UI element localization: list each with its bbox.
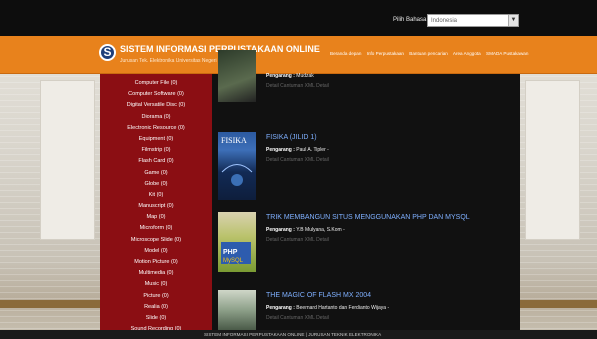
book-cover[interactable]: PHP MySQL bbox=[218, 212, 256, 272]
book-cover[interactable]: FISIKA bbox=[218, 132, 256, 200]
site-logo-icon[interactable]: S bbox=[99, 44, 116, 61]
chevron-down-icon[interactable]: ▼ bbox=[508, 15, 518, 26]
background-window-right bbox=[525, 80, 580, 240]
search-results: Pengarang : Mudzak Detail Cantuman XML D… bbox=[212, 50, 520, 330]
sidebar-item[interactable]: Microform (0) bbox=[100, 223, 212, 234]
book-author: Pengarang : Y.B Mulyana, S.Kom - bbox=[266, 227, 345, 233]
result-item: FISIKA FISIKA (JILID 1) Pengarang : Paul… bbox=[218, 132, 518, 202]
language-select-value: Indonesia bbox=[431, 18, 458, 24]
sidebar-item[interactable]: Realia (0) bbox=[100, 302, 212, 313]
result-item: THE MAGIC OF FLASH MX 2004 Pengarang : B… bbox=[218, 290, 518, 330]
sidebar-item[interactable]: Game (0) bbox=[100, 168, 212, 179]
footer-text: SISTEM INFORMASI PERPUSTAKAAN ONLINE | J… bbox=[204, 332, 382, 337]
sidebar-item[interactable]: Multimedia (0) bbox=[100, 268, 212, 279]
sidebar-item[interactable]: Diorama (0) bbox=[100, 112, 212, 123]
sidebar-item[interactable]: Kit (0) bbox=[100, 190, 212, 201]
sidebar-item[interactable]: Globe (0) bbox=[100, 179, 212, 190]
sidebar-item[interactable]: Filmstrip (0) bbox=[100, 145, 212, 156]
result-item: PHP MySQL TRIK MEMBANGUN SITUS MENGGUNAK… bbox=[218, 212, 518, 282]
sidebar-item[interactable]: Motion Picture (0) bbox=[100, 257, 212, 268]
sidebar-item[interactable]: Equipment (0) bbox=[100, 134, 212, 145]
book-author: Pengarang : Mudzak bbox=[266, 73, 314, 79]
book-cover[interactable] bbox=[218, 50, 256, 102]
book-author: Pengarang : Paul A. Tipler - bbox=[266, 147, 329, 153]
sidebar-item[interactable]: Manuscript (0) bbox=[100, 201, 212, 212]
sidebar-item[interactable]: Electronic Resource (0) bbox=[100, 123, 212, 134]
book-cover-art: FISIKA bbox=[221, 136, 253, 186]
background-shelf-left bbox=[0, 300, 100, 308]
svg-text:PHP: PHP bbox=[223, 249, 238, 256]
book-cover[interactable] bbox=[218, 290, 256, 330]
book-detail-links[interactable]: Detail Cantuman XML Detail bbox=[266, 315, 329, 321]
sidebar-item[interactable]: Digital Versatile Disc (0) bbox=[100, 100, 212, 111]
svg-text:FISIKA: FISIKA bbox=[221, 136, 247, 145]
sidebar-item[interactable]: Slide (0) bbox=[100, 313, 212, 324]
sidebar-item[interactable]: Music (0) bbox=[100, 279, 212, 290]
sidebar-item[interactable]: Picture (0) bbox=[100, 291, 212, 302]
book-detail-links[interactable]: Detail Cantuman XML Detail bbox=[266, 237, 329, 243]
book-title-link[interactable]: THE MAGIC OF FLASH MX 2004 bbox=[266, 292, 371, 299]
book-title-link[interactable]: FISIKA (JILID 1) bbox=[266, 134, 317, 141]
book-detail-links[interactable]: Detail Cantuman XML Detail bbox=[266, 157, 329, 163]
background-shelf-right bbox=[520, 300, 597, 308]
sidebar-item[interactable]: Flash Card (0) bbox=[100, 156, 212, 167]
background-window-left bbox=[40, 80, 95, 240]
sidebar-item[interactable]: Computer File (0) bbox=[100, 78, 212, 89]
book-cover-art: PHP MySQL bbox=[221, 242, 251, 264]
result-item: Pengarang : Mudzak Detail Cantuman XML D… bbox=[218, 50, 518, 110]
sidebar-item[interactable]: Microscope Slide (0) bbox=[100, 235, 212, 246]
svg-text:MySQL: MySQL bbox=[223, 258, 244, 264]
sidebar-item[interactable]: Map (0) bbox=[100, 212, 212, 223]
book-title-link[interactable]: TRIK MEMBANGUN SITUS MENGGUNAKAN PHP DAN… bbox=[266, 214, 470, 221]
sidebar-item[interactable]: Model (0) bbox=[100, 246, 212, 257]
sidebar-item[interactable]: Computer Software (0) bbox=[100, 89, 212, 100]
book-detail-links[interactable]: Detail Cantuman XML Detail bbox=[266, 83, 329, 89]
book-author: Pengarang : Beernard Hartanto dan Ferdia… bbox=[266, 305, 390, 311]
language-select[interactable]: Indonesia ▼ bbox=[427, 14, 519, 27]
language-label: Pilih Bahasa bbox=[393, 17, 427, 23]
sidebar-gmd-list: Computer File (0) Computer Software (0) … bbox=[100, 74, 212, 332]
